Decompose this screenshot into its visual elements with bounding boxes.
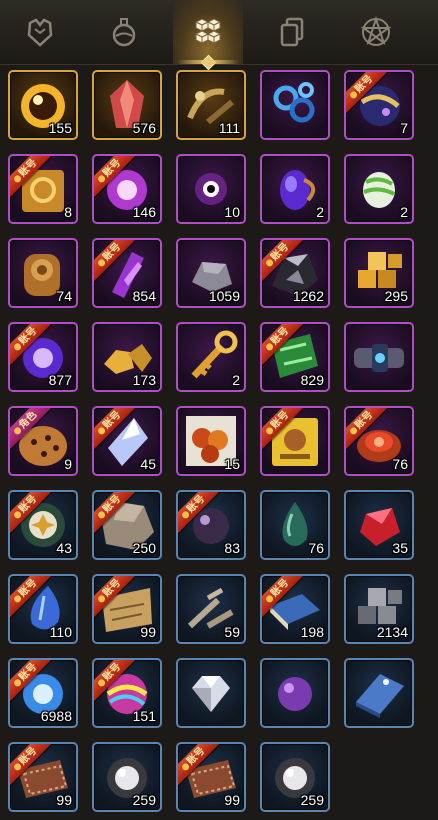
item-count: 1262 xyxy=(292,288,324,304)
category-tab-bar xyxy=(0,0,438,71)
inventory-slot-leather-patch[interactable]: 账号 99 xyxy=(176,742,246,812)
item-count: 76 xyxy=(392,456,408,472)
item-count: 146 xyxy=(132,204,156,220)
inventory-slot-blue-ingot[interactable] xyxy=(344,658,414,728)
item-count: 576 xyxy=(132,120,156,136)
item-count: 7 xyxy=(400,120,408,136)
cards-icon xyxy=(280,17,304,47)
inventory-slot-red-gem[interactable]: 35 xyxy=(344,490,414,560)
item-count: 259 xyxy=(300,792,324,808)
item-count: 111 xyxy=(218,120,240,136)
inventory-slot-violet-orb[interactable]: 账号 877 xyxy=(8,322,78,392)
item-count: 74 xyxy=(56,288,72,304)
item-count: 110 xyxy=(49,624,72,640)
item-count: 173 xyxy=(132,372,156,388)
item-count: 99 xyxy=(56,792,72,808)
armor-icon xyxy=(27,18,53,47)
inventory-slot-gold-nuggets[interactable]: 173 xyxy=(92,322,162,392)
tab-cards[interactable] xyxy=(257,0,327,64)
tab-pentagram[interactable] xyxy=(341,0,411,64)
pentagram-icon xyxy=(360,15,392,46)
item-count: 198 xyxy=(300,624,324,640)
item-count: 829 xyxy=(300,372,324,388)
inventory-slot-wood-sticks[interactable]: 59 xyxy=(176,574,246,644)
inventory-slot-ice-crystal[interactable]: 账号 45 xyxy=(92,406,162,476)
inventory-slot-striped-egg[interactable]: 2 xyxy=(344,154,414,224)
item-count: 99 xyxy=(140,624,156,640)
inventory-slot-cookie[interactable]: 角色 9 xyxy=(8,406,78,476)
item-count: 2 xyxy=(316,204,324,220)
inventory-slot-old-map[interactable]: 账号 99 xyxy=(92,574,162,644)
item-count: 6988 xyxy=(40,708,72,724)
item-count: 10 xyxy=(224,204,240,220)
tab-potion[interactable] xyxy=(89,0,159,64)
item-count: 15 xyxy=(224,456,240,472)
item-count: 2 xyxy=(232,372,240,388)
inventory-grid: 155 576 111 账号 7 账号 8 账号 146 10 2 2 74 账号 854 1059 账号 126… xyxy=(0,64,438,820)
item-count: 250 xyxy=(132,540,156,556)
inventory-slot-dark-pearl[interactable]: 账号 83 xyxy=(176,490,246,560)
item-count: 151 xyxy=(132,708,156,724)
inventory-slot-grey-stone[interactable]: 1059 xyxy=(176,238,246,308)
inventory-slot-ruby-ring[interactable]: 账号 76 xyxy=(344,406,414,476)
blue-chain-icon xyxy=(273,82,315,123)
inventory-slot-amber-cluster[interactable]: 15 xyxy=(176,406,246,476)
item-count: 76 xyxy=(308,540,324,556)
inventory-slot-sun-medal[interactable]: 账号 43 xyxy=(8,490,78,560)
tab-armor[interactable] xyxy=(5,0,75,64)
violet-bead-icon xyxy=(278,677,312,711)
item-count: 59 xyxy=(224,624,240,640)
inventory-slot-red-crystal[interactable]: 576 xyxy=(92,70,162,140)
item-count: 9 xyxy=(64,456,72,472)
item-count: 877 xyxy=(48,372,72,388)
item-count: 45 xyxy=(140,456,156,472)
inventory-slot-silver-orb[interactable]: 259 xyxy=(260,742,330,812)
inventory-slot-sapphire-drop[interactable]: 账号 110 xyxy=(8,574,78,644)
inventory-slot-jade-drop[interactable]: 76 xyxy=(260,490,330,560)
item-count: 155 xyxy=(48,120,72,136)
item-count: 99 xyxy=(224,792,240,808)
inventory-slot-bronze-fragments[interactable]: 111 xyxy=(176,70,246,140)
inventory-slot-prism-orb[interactable]: 账号 151 xyxy=(92,658,162,728)
item-count: 35 xyxy=(392,540,408,556)
inventory-slot-hero-card[interactable]: 账号 xyxy=(260,406,330,476)
inventory-slot-violet-bead[interactable] xyxy=(260,658,330,728)
inventory-slot-golden-orb[interactable]: 155 xyxy=(8,70,78,140)
potion-icon xyxy=(112,18,136,47)
inventory-slot-dark-ore[interactable]: 账号 1262 xyxy=(260,238,330,308)
item-count: 43 xyxy=(56,540,72,556)
diamond-icon xyxy=(192,676,230,712)
inventory-slot-bronze-seal[interactable]: 74 xyxy=(8,238,78,308)
inventory-slot-gold-cubes[interactable]: 295 xyxy=(344,238,414,308)
inventory-slot-purple-shard[interactable]: 账号 854 xyxy=(92,238,162,308)
inventory-slot-golden-key[interactable]: 2 xyxy=(176,322,246,392)
cubes-icon xyxy=(194,18,222,44)
inventory-slot-leather-patch[interactable]: 账号 99 xyxy=(8,742,78,812)
inventory-slot-gold-scroll[interactable]: 账号 8 xyxy=(8,154,78,224)
tab-materials[interactable] xyxy=(173,0,243,71)
inventory-slot-azure-orb[interactable]: 账号 6988 xyxy=(8,658,78,728)
item-count: 295 xyxy=(384,288,408,304)
item-count: 2 xyxy=(400,204,408,220)
inventory-slot-blue-chain[interactable] xyxy=(260,70,330,140)
inventory-slot-diamond[interactable] xyxy=(176,658,246,728)
item-count: 259 xyxy=(132,792,156,808)
inventory-slot-steel-cubes[interactable]: 2134 xyxy=(344,574,414,644)
item-count: 83 xyxy=(224,540,240,556)
item-count: 1059 xyxy=(208,288,240,304)
inventory-slot-purple-orb[interactable]: 账号 146 xyxy=(92,154,162,224)
inventory-slot-void-spark[interactable]: 10 xyxy=(176,154,246,224)
item-count: 8 xyxy=(64,204,72,220)
item-count: 2134 xyxy=(376,624,408,640)
inventory-slot-starry-orb[interactable]: 账号 7 xyxy=(344,70,414,140)
inventory-slot-rough-stone[interactable]: 账号 250 xyxy=(92,490,162,560)
inventory-slot-silver-orb[interactable]: 259 xyxy=(92,742,162,812)
gem-bracer-icon xyxy=(354,344,404,372)
blue-ingot-icon xyxy=(356,674,404,718)
item-count: 854 xyxy=(132,288,156,304)
inventory-slot-gem-bracer[interactable] xyxy=(344,322,414,392)
inventory-slot-blue-book[interactable]: 账号 198 xyxy=(260,574,330,644)
inventory-slot-amethyst-egg[interactable]: 2 xyxy=(260,154,330,224)
inventory-slot-green-cloth[interactable]: 账号 829 xyxy=(260,322,330,392)
